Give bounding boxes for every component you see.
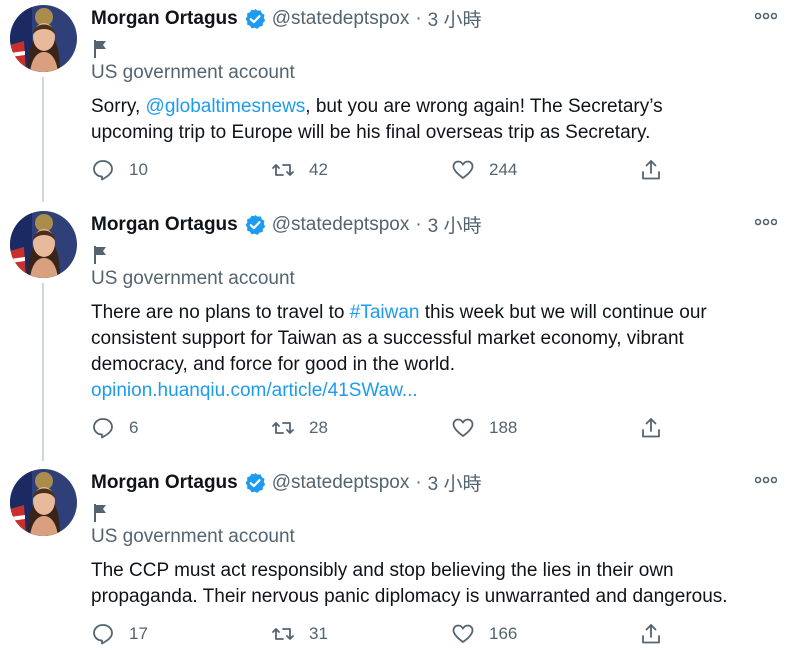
tweet-text-line: The CCP must act responsibly and stop be… [91, 560, 674, 581]
share-button[interactable] [639, 158, 677, 182]
author-handle[interactable]: @statedeptspox [272, 214, 410, 236]
avatar[interactable] [10, 469, 77, 536]
thread-line [42, 77, 44, 202]
hashtag-link[interactable]: #Taiwan [350, 302, 420, 323]
separator-dot: · [415, 471, 422, 493]
flag-icon [94, 246, 106, 264]
author-handle[interactable]: @statedeptspox [272, 472, 410, 494]
tweet-text: The CCP must act responsibly and stop be… [91, 558, 781, 610]
like-count: 244 [489, 160, 518, 179]
retweet-icon [272, 422, 294, 434]
separator-dot: · [415, 213, 422, 235]
reply-button[interactable]: 6 [91, 416, 138, 440]
like-button[interactable]: 166 [451, 622, 517, 646]
separator-dot: · [415, 7, 422, 29]
author-name[interactable]: Morgan Ortagus [91, 8, 238, 30]
heart-icon [452, 624, 474, 643]
government-account-label: US government account [91, 526, 295, 547]
retweet-icon [272, 164, 294, 176]
tweet-text-segment: , but you are wrong again! The Secretary… [305, 96, 663, 117]
author-name[interactable]: Morgan Ortagus [91, 472, 238, 494]
like-button[interactable]: 188 [451, 416, 517, 440]
tweet-text: Sorry, @globaltimesnews, but you are wro… [91, 94, 781, 146]
tweet-text-segment: Sorry, [91, 96, 146, 117]
more-options-icon[interactable] [755, 476, 777, 484]
flag-icon [94, 40, 106, 58]
tweet-2[interactable]: Morgan Ortagus @statedeptspox · 3 小時 US … [0, 206, 787, 461]
reply-button[interactable]: 17 [91, 622, 148, 646]
tweet-text-line: propaganda. Their nervous panic diplomac… [91, 586, 728, 607]
flag-icon [94, 504, 106, 522]
mention-link[interactable]: @globaltimesnews [146, 96, 306, 117]
author-name[interactable]: Morgan Ortagus [91, 214, 238, 236]
like-count: 188 [489, 418, 518, 437]
share-icon [642, 418, 660, 438]
timestamp[interactable]: 3 小時 [428, 5, 482, 32]
tweet-header: Morgan Ortagus @statedeptspox · 3 小時 [91, 211, 482, 238]
tweet-1[interactable]: Morgan Ortagus @statedeptspox · 3 小時 US … [0, 0, 787, 202]
retweet-count: 28 [309, 418, 328, 437]
retweet-count: 31 [309, 624, 328, 643]
like-count: 166 [489, 624, 518, 643]
government-account-label: US government account [91, 268, 295, 289]
more-options-icon[interactable] [755, 12, 777, 20]
tweet-header: Morgan Ortagus @statedeptspox · 3 小時 [91, 5, 482, 32]
reply-count: 10 [129, 160, 148, 179]
retweet-button[interactable]: 28 [271, 416, 328, 440]
reply-icon [93, 418, 113, 439]
retweet-button[interactable]: 31 [271, 622, 328, 646]
heart-icon [452, 418, 474, 437]
reply-count: 6 [129, 418, 139, 437]
tweet-text-segment: There are no plans to travel to [91, 302, 350, 323]
verified-badge-icon [244, 7, 266, 30]
share-icon [642, 624, 660, 644]
reply-count: 17 [129, 624, 148, 643]
tweet-text-line: democracy, and force for good in the wor… [91, 354, 456, 375]
verified-badge-icon [244, 471, 266, 494]
thread-line [42, 283, 44, 461]
share-button[interactable] [639, 416, 677, 440]
article-link[interactable]: opinion.huanqiu.com/article/41SWaw... [91, 378, 781, 404]
like-button[interactable]: 244 [451, 158, 517, 182]
tweet-text-segment: this week but we will continue our [419, 302, 707, 323]
government-account-label: US government account [91, 62, 295, 83]
timestamp[interactable]: 3 小時 [428, 211, 482, 238]
more-options-icon[interactable] [755, 218, 777, 226]
verified-badge-icon [244, 213, 266, 236]
retweet-button[interactable]: 42 [271, 158, 328, 182]
tweet-3[interactable]: Morgan Ortagus @statedeptspox · 3 小時 US … [0, 464, 787, 649]
timestamp[interactable]: 3 小時 [428, 469, 482, 496]
share-button[interactable] [639, 622, 677, 646]
author-handle[interactable]: @statedeptspox [272, 8, 410, 30]
share-icon [642, 160, 660, 180]
tweet-text-line: consistent support for Taiwan as a succe… [91, 328, 684, 349]
tweet-text: There are no plans to travel to #Taiwan … [91, 300, 781, 404]
heart-icon [452, 160, 474, 179]
tweet-text-line: upcoming trip to Europe will be his fina… [91, 122, 651, 143]
reply-icon [93, 624, 113, 645]
avatar[interactable] [10, 211, 77, 278]
reply-icon [93, 160, 113, 181]
avatar[interactable] [10, 5, 77, 72]
retweet-icon [272, 628, 294, 640]
retweet-count: 42 [309, 160, 328, 179]
reply-button[interactable]: 10 [91, 158, 148, 182]
tweet-header: Morgan Ortagus @statedeptspox · 3 小時 [91, 469, 482, 496]
